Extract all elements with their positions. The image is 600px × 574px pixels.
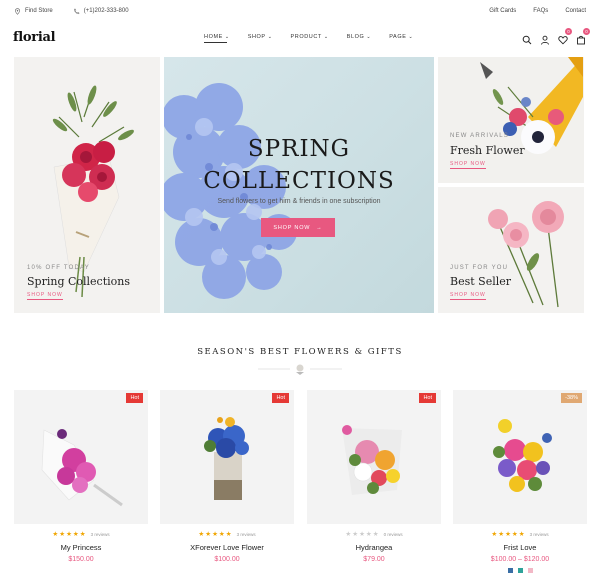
promo-eyebrow: JUST FOR YOU	[450, 265, 509, 271]
arrow-right-icon: →	[316, 224, 323, 231]
cart-count-badge: 0	[583, 28, 590, 35]
phone-icon	[73, 8, 79, 14]
faqs-link[interactable]: FAQs	[533, 8, 548, 14]
nav-blog-label: BLOG	[346, 34, 365, 40]
phone-number: (+1)202-333-800	[83, 8, 129, 14]
promo-title: Best Seller	[450, 275, 512, 288]
promo-title: Fresh Flower	[450, 144, 525, 157]
product-image[interactable]: -38%	[453, 390, 587, 524]
rating-stars: ★★★★★	[198, 531, 233, 538]
user-icon	[541, 35, 549, 45]
product-price: $150.00	[68, 556, 94, 563]
top-bar: Find Store (+1)202-333-800 Gift Cards FA…	[0, 0, 600, 22]
wishlist-button[interactable]: 0	[558, 28, 572, 45]
section-title: SEASON'S BEST FLOWERS & GIFTS	[197, 347, 403, 357]
color-swatches	[453, 568, 587, 573]
product-card[interactable]: Hot ★★★★★ 3 reviews XForever Love Flower…	[160, 390, 294, 563]
color-swatch[interactable]	[517, 568, 523, 573]
product-price: $79.00	[363, 556, 385, 563]
product-rating: ★★★★★ 3 reviews	[453, 530, 587, 538]
site-logo[interactable]: florial	[13, 30, 56, 45]
chevron-down-icon: ⌄	[366, 34, 372, 40]
nav-home[interactable]: HOME ⌄	[204, 34, 230, 43]
chevron-down-icon: ⌄	[224, 34, 230, 40]
gift-cards-link[interactable]: Gift Cards	[489, 8, 516, 14]
nav-blog[interactable]: BLOG ⌄	[347, 34, 371, 40]
main-nav: HOME ⌄ SHOP ⌄ PRODUCT ⌄ BLOG ⌄ PAGE ⌄	[204, 34, 413, 43]
account-button[interactable]	[540, 32, 550, 45]
product-name[interactable]: My Princess	[14, 543, 148, 552]
search-button[interactable]	[522, 32, 532, 45]
nav-page-label: PAGE	[389, 34, 407, 40]
heart-icon	[558, 36, 568, 45]
hero-banner: SPRING COLLECTIONS Send flowers to get h…	[164, 57, 434, 313]
product-tag: Hot	[272, 393, 289, 403]
product-name[interactable]: XForever Love Flower	[160, 543, 294, 552]
color-swatch[interactable]	[507, 568, 513, 573]
princess-bouquet-image	[41, 429, 123, 507]
wishlist-count-badge: 0	[565, 28, 572, 35]
find-store-link[interactable]: Find Store	[14, 7, 53, 15]
hero-button-label: SHOP NOW	[273, 224, 311, 231]
nav-home-label: HOME	[204, 34, 223, 40]
product-rating: ★★★★★ 0 reviews	[307, 530, 441, 538]
hero-shop-now-button[interactable]: SHOP NOW →	[261, 218, 335, 237]
search-icon	[522, 35, 532, 45]
hero-title-line2: COLLECTIONS	[203, 168, 395, 194]
nav-product-label: PRODUCT	[290, 34, 322, 40]
review-count[interactable]: 3 reviews	[530, 532, 549, 537]
product-card[interactable]: -38% ★★★★★ 3 reviews Frist Love $100.00 …	[453, 390, 587, 573]
product-rating: ★★★★★ 3 reviews	[160, 530, 294, 538]
review-count[interactable]: 3 reviews	[91, 532, 110, 537]
nav-shop[interactable]: SHOP ⌄	[248, 34, 273, 40]
rating-stars: ★★★★★	[345, 531, 380, 538]
color-swatch[interactable]	[527, 568, 533, 573]
vase-bouquet-image	[204, 417, 249, 500]
product-card[interactable]: Hot ★★★★★ 3 reviews My Princess $150.00	[14, 390, 148, 563]
hydrangea-bouquet-image	[342, 425, 402, 495]
location-pin-icon	[15, 7, 20, 15]
product-tag: -38%	[561, 393, 582, 403]
chevron-down-icon: ⌄	[408, 34, 414, 40]
rating-stars: ★★★★★	[491, 531, 526, 538]
promo-eyebrow: NEW ARRIVALS	[450, 133, 509, 139]
chevron-down-icon: ⌄	[323, 34, 329, 40]
rating-stars: ★★★★★	[52, 531, 87, 538]
cart-button[interactable]: 0	[576, 28, 590, 45]
contact-link[interactable]: Contact	[565, 8, 586, 14]
flower-divider-icon	[258, 364, 342, 375]
promo-card-spring[interactable]: 10% OFF TODAY Spring Collections SHOP NO…	[14, 57, 160, 313]
review-count[interactable]: 3 reviews	[237, 532, 256, 537]
promo-card-fresh[interactable]: NEW ARRIVALS Fresh Flower SHOP NOW	[438, 57, 584, 183]
product-card[interactable]: Hot ★★★★★ 0 reviews Hydrangea $79.00	[307, 390, 441, 563]
product-image[interactable]: Hot	[14, 390, 148, 524]
product-image[interactable]: Hot	[307, 390, 441, 524]
promo-title: Spring Collections	[27, 275, 131, 288]
chevron-down-icon: ⌄	[267, 34, 273, 40]
product-tag: Hot	[419, 393, 436, 403]
product-name[interactable]: Frist Love	[453, 543, 587, 552]
nav-page[interactable]: PAGE ⌄	[389, 34, 413, 40]
review-count[interactable]: 0 reviews	[384, 532, 403, 537]
product-tag: Hot	[126, 393, 143, 403]
product-rating: ★★★★★ 3 reviews	[14, 530, 148, 538]
product-price: $100.00	[214, 556, 240, 563]
main-header: florial HOME ⌄ SHOP ⌄ PRODUCT ⌄ BLOG ⌄ PAGE ⌄…	[0, 26, 600, 52]
shop-now-link[interactable]: SHOP NOW	[27, 292, 63, 300]
product-name[interactable]: Hydrangea	[307, 543, 441, 552]
hero-title-line1: SPRING	[247, 136, 351, 162]
promo-eyebrow: 10% OFF TODAY	[27, 265, 90, 271]
phone-link[interactable]: (+1)202-333-800	[73, 8, 129, 15]
nav-product[interactable]: PRODUCT ⌄	[291, 34, 329, 40]
mixed-bouquet-image	[493, 419, 552, 492]
find-store-label: Find Store	[25, 8, 53, 14]
promo-card-bestseller[interactable]: JUST FOR YOU Best Seller SHOP NOW	[438, 187, 584, 313]
hero-subtitle: Send flowers to get him & friends in one…	[217, 198, 381, 205]
shop-now-link[interactable]: SHOP NOW	[450, 161, 486, 169]
cart-icon	[577, 35, 585, 45]
shop-now-link[interactable]: SHOP NOW	[450, 292, 486, 300]
product-price: $100.00 – $120.00	[490, 556, 550, 563]
product-image[interactable]: Hot	[160, 390, 294, 524]
nav-shop-label: SHOP	[247, 34, 266, 40]
